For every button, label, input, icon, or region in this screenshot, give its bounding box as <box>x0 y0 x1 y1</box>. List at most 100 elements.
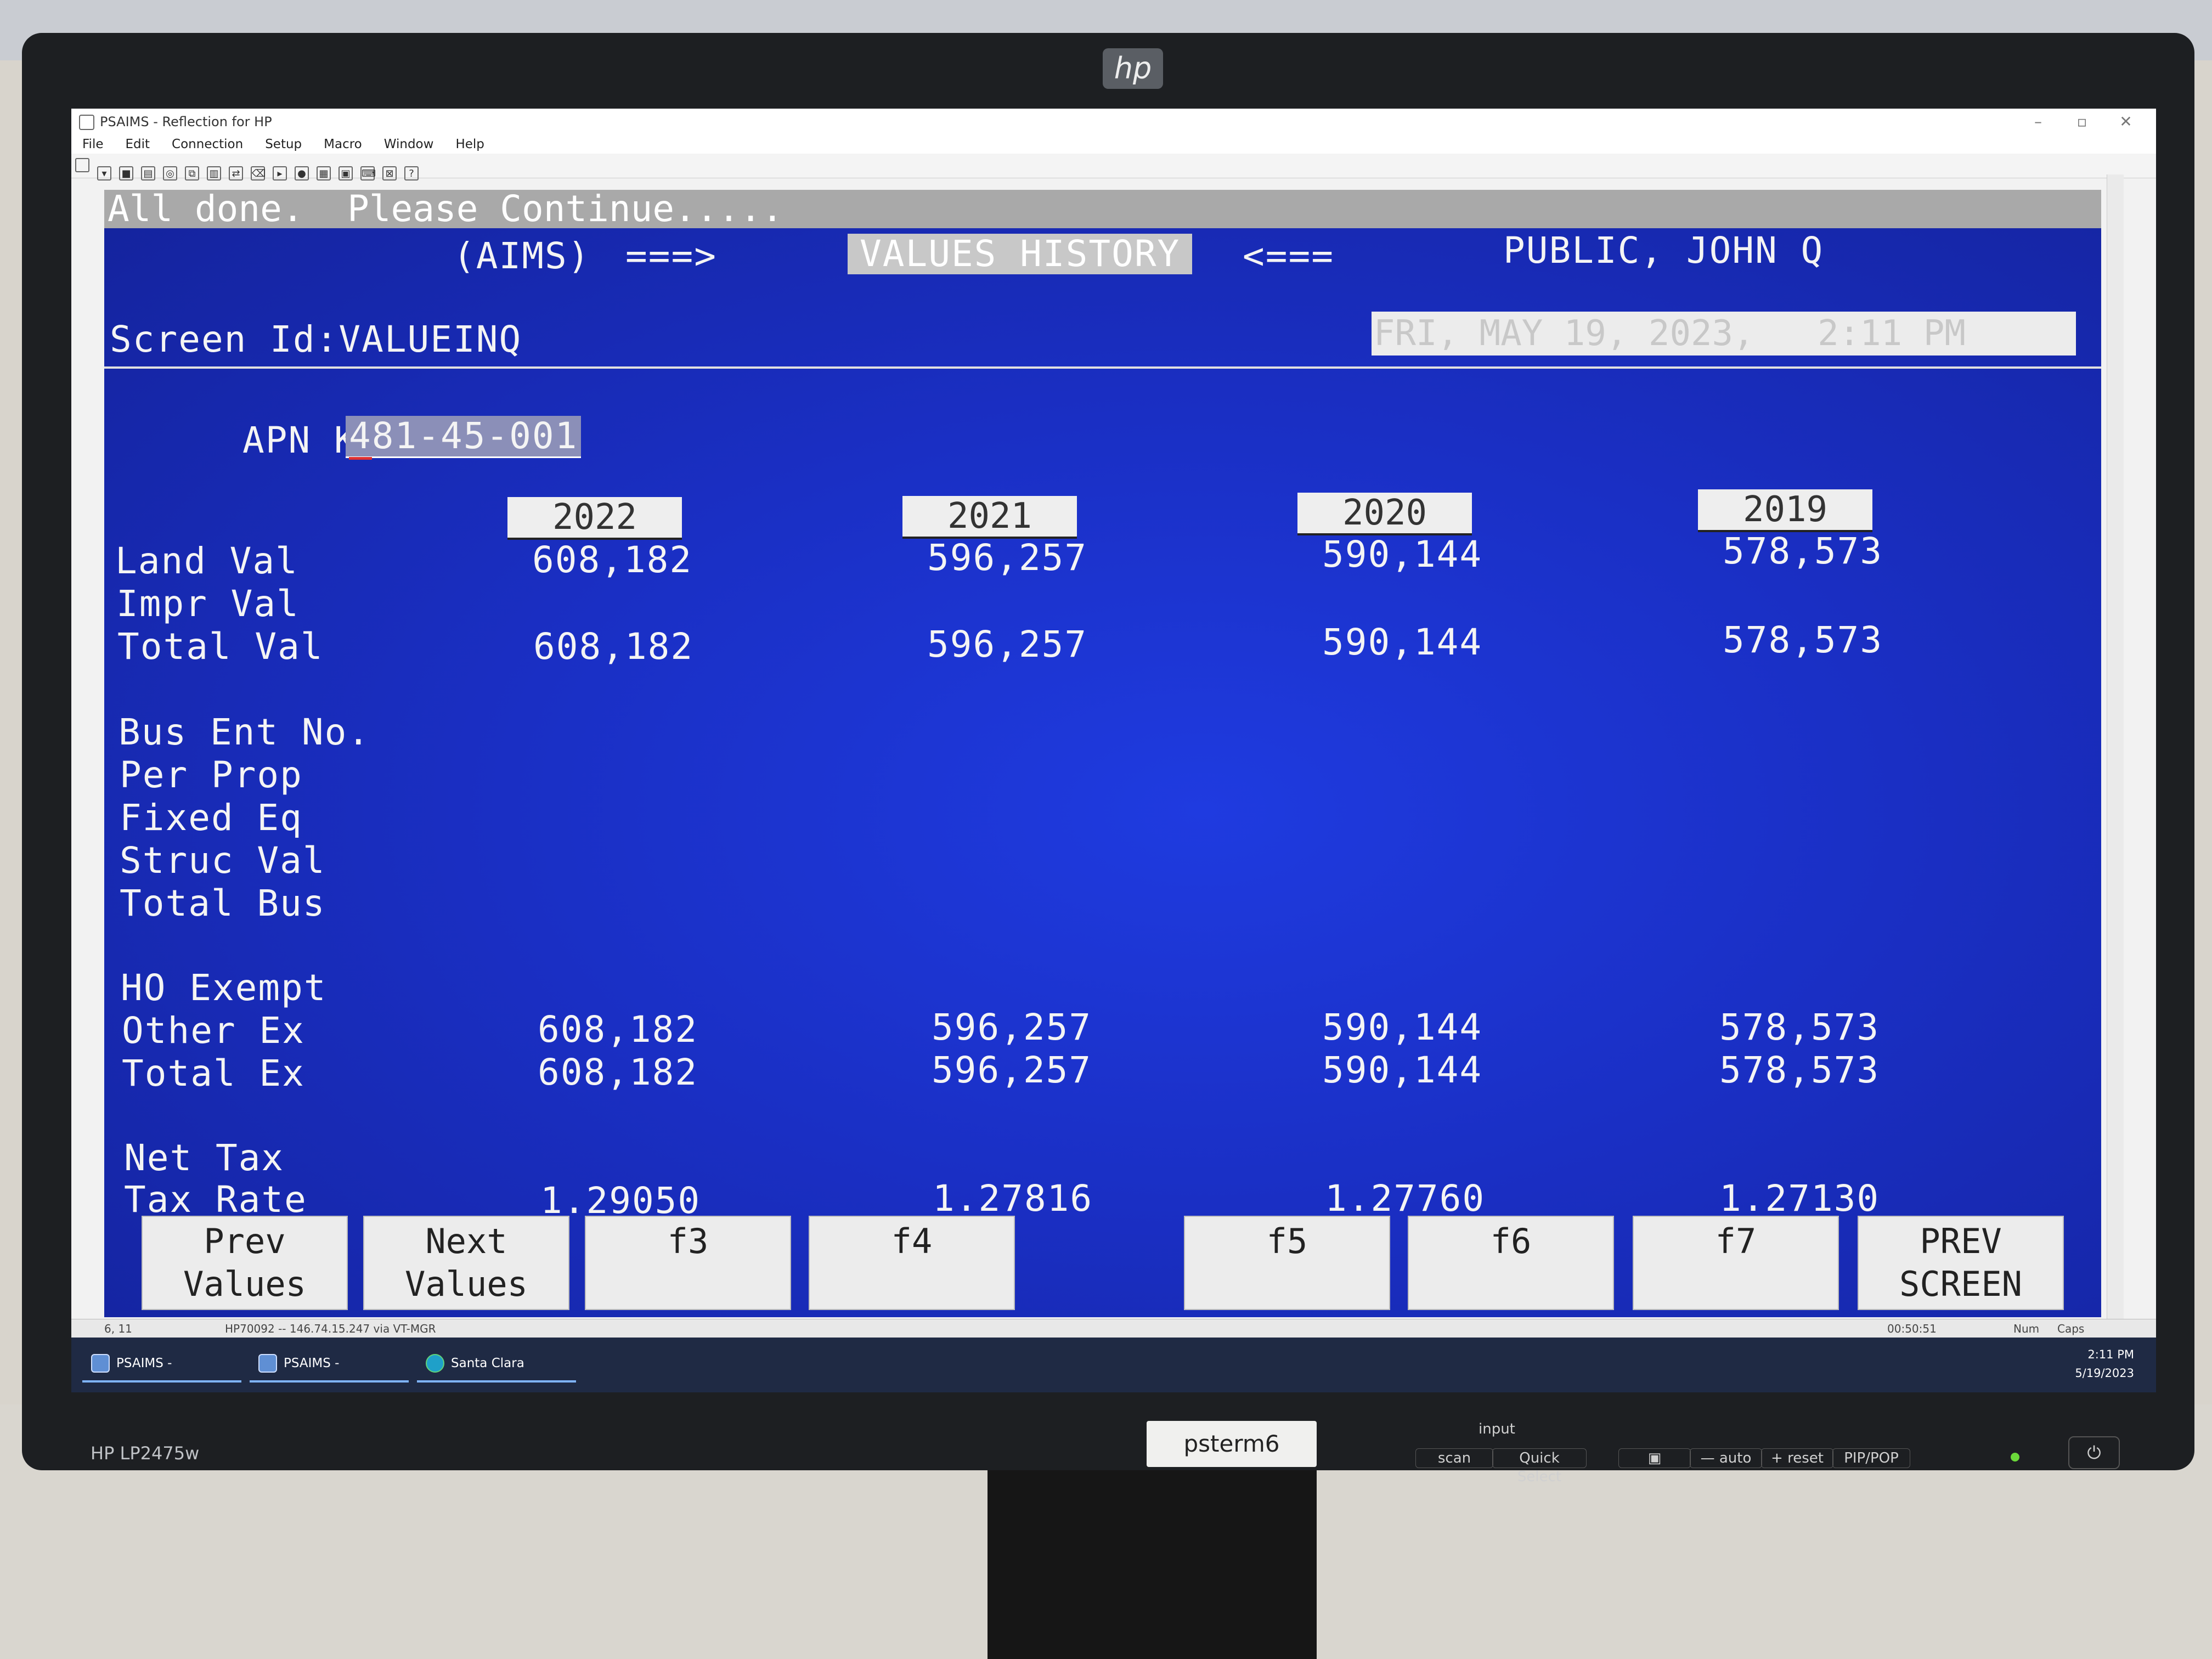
cursor-position: 6, 11 <box>104 1322 132 1335</box>
f1-prev-values-button[interactable]: Prev Values <box>142 1216 348 1310</box>
clock-date: 5/19/2023 <box>2075 1367 2134 1380</box>
menu-help[interactable]: Help <box>455 137 484 151</box>
num-lock-indicator: Num <box>2013 1322 2040 1335</box>
monitor-label-sticker: psterm6 <box>1147 1421 1317 1467</box>
value-cell: 1.27760 <box>1325 1177 1486 1220</box>
arrow-right: ===> <box>625 235 717 277</box>
row-label: Total Ex <box>122 1052 305 1094</box>
f3-button[interactable]: f3 <box>585 1216 791 1310</box>
value-cell: 590,144 <box>1322 1006 1483 1048</box>
open-icon[interactable]: ▾ <box>97 166 111 180</box>
taskbar-clock[interactable]: 2:11 PM 5/19/2023 <box>2075 1345 2134 1383</box>
row-label: Other Ex <box>122 1009 305 1052</box>
f8-prev-screen-button[interactable]: PREV SCREEN <box>1858 1216 2064 1310</box>
menu-macro[interactable]: Macro <box>324 137 362 151</box>
print-icon[interactable]: ▤ <box>141 166 155 180</box>
year-header: 2019 <box>1698 489 1872 532</box>
owner-name: PUBLIC, JOHN Q <box>1503 229 1824 272</box>
terminal-screen[interactable]: All done. Please Continue..... (AIMS) ==… <box>104 190 2101 1317</box>
f7-button[interactable]: f7 <box>1633 1216 1839 1310</box>
value-cell: 1.27130 <box>1719 1177 1880 1220</box>
edge-browser-icon <box>426 1354 444 1373</box>
value-cell: 590,144 <box>1322 621 1483 663</box>
f6-button[interactable]: f6 <box>1408 1216 1614 1310</box>
f4-button[interactable]: f4 <box>809 1216 1015 1310</box>
row-label: Net Tax <box>124 1137 285 1179</box>
row-label: Struc Val <box>120 839 326 882</box>
scan-button[interactable]: scan <box>1415 1448 1493 1468</box>
minus-button[interactable]: — auto <box>1690 1448 1762 1468</box>
taskbar-item-label: PSAIMS - Reflectio... <box>284 1356 340 1370</box>
cursor: 4 <box>349 415 372 460</box>
find-icon[interactable]: ◎ <box>163 166 177 180</box>
reflection-app-icon <box>258 1354 277 1373</box>
disconnect-icon[interactable]: ⌫ <box>251 166 266 180</box>
display-icon[interactable]: ▣ <box>338 166 353 180</box>
menu-button[interactable]: ▣ <box>1618 1448 1691 1468</box>
menu-file[interactable]: File <box>82 137 104 151</box>
settings-icon[interactable]: ▦ <box>317 166 331 180</box>
clock-time: 2:11 PM <box>2087 1348 2134 1361</box>
apn-input[interactable]: 481-45-001 <box>346 415 582 460</box>
function-key-bar: Prev Values Next Values f3 f4 f5 f6 f7 P… <box>104 1216 2101 1317</box>
taskbar: PSAIMS - Reflectio... PSAIMS - Reflectio… <box>71 1338 2156 1392</box>
quick-select-button[interactable]: Quick Select <box>1492 1448 1587 1485</box>
maximize-button[interactable]: ▫ <box>2063 109 2101 135</box>
new-icon[interactable] <box>75 158 89 172</box>
macro-icon[interactable]: ⊠ <box>382 166 397 180</box>
toolbar: ▾ ■ ▤ ◎ ⧉ ▥ ⇄ ⌫ ▸ ● ▦ ▣ ⌨ ⊠? <box>71 154 2156 180</box>
power-led <box>2011 1453 2019 1462</box>
status-bar: 6, 11 HP70092 -- 146.74.15.247 via VT-MG… <box>71 1319 2156 1338</box>
year-header: 2020 <box>1297 493 1472 535</box>
reflection-app-icon <box>91 1354 110 1373</box>
save-icon[interactable]: ■ <box>119 166 133 180</box>
menu-bar: File Edit Connection Setup Macro Window Help <box>71 135 2156 154</box>
monitor-stand <box>988 1470 1317 1659</box>
app-icon <box>79 115 94 130</box>
value-cell: 596,257 <box>927 537 1088 579</box>
value-cell: 1.27816 <box>933 1177 1093 1220</box>
close-button[interactable]: ✕ <box>2107 109 2145 135</box>
row-label: Land Val <box>115 540 298 582</box>
copy-icon[interactable]: ⧉ <box>185 166 199 180</box>
power-icon[interactable]: ⏻ <box>2068 1436 2120 1469</box>
menu-connection[interactable]: Connection <box>172 137 243 151</box>
value-cell: 608,182 <box>538 1008 698 1051</box>
play-icon[interactable]: ▸ <box>273 166 287 180</box>
year-header: 2022 <box>507 497 682 540</box>
menu-window[interactable]: Window <box>384 137 434 151</box>
menu-setup[interactable]: Setup <box>265 137 302 151</box>
taskbar-item[interactable]: Santa Clara County... <box>417 1344 576 1383</box>
f5-button[interactable]: f5 <box>1184 1216 1390 1310</box>
monitor-controls: input scan Quick Select ▣ — auto + reset… <box>1404 1421 2172 1485</box>
pip-pop-button[interactable]: PIP/POP <box>1832 1448 1910 1468</box>
connection-info: HP70092 -- 146.74.15.247 via VT-MGR <box>225 1322 436 1335</box>
window-title: PSAIMS - Reflection for HP <box>100 114 272 129</box>
minimize-button[interactable]: – <box>2019 109 2057 135</box>
vertical-scrollbar[interactable] <box>2107 174 2124 1321</box>
row-label: Per Prop <box>120 754 303 796</box>
keyboard-icon[interactable]: ⌨ <box>360 166 376 180</box>
input-label: input <box>1479 1421 1515 1437</box>
hp-logo-icon: hp <box>1103 48 1163 89</box>
row-label: Tax Rate <box>124 1178 307 1221</box>
datetime: FRI, MAY 19, 2023, 2:11 PM <box>1372 312 2076 356</box>
screen: PSAIMS - Reflection for HP – ▫ ✕ File Edi… <box>71 109 2156 1392</box>
value-cell: 578,573 <box>1723 619 1883 661</box>
help-icon[interactable]: ? <box>404 166 419 180</box>
status-message: All done. Please Continue..... <box>104 190 2101 228</box>
f2-next-values-button[interactable]: Next Values <box>363 1216 569 1310</box>
record-icon[interactable]: ● <box>295 166 309 180</box>
value-cell: 590,144 <box>1322 1049 1483 1091</box>
plus-button[interactable]: + reset <box>1761 1448 1833 1468</box>
system-label: (AIMS) <box>453 235 591 277</box>
menu-edit[interactable]: Edit <box>126 137 150 151</box>
year-header: 2021 <box>902 496 1077 539</box>
screen-title: VALUES HISTORY <box>848 234 1193 274</box>
value-cell: 596,257 <box>932 1049 1092 1091</box>
value-cell: 1.29050 <box>540 1180 701 1222</box>
taskbar-item[interactable]: PSAIMS - Reflectio... <box>82 1344 241 1383</box>
taskbar-item[interactable]: PSAIMS - Reflectio... <box>250 1344 409 1383</box>
connect-icon[interactable]: ⇄ <box>229 166 243 180</box>
paste-icon[interactable]: ▥ <box>207 166 221 180</box>
